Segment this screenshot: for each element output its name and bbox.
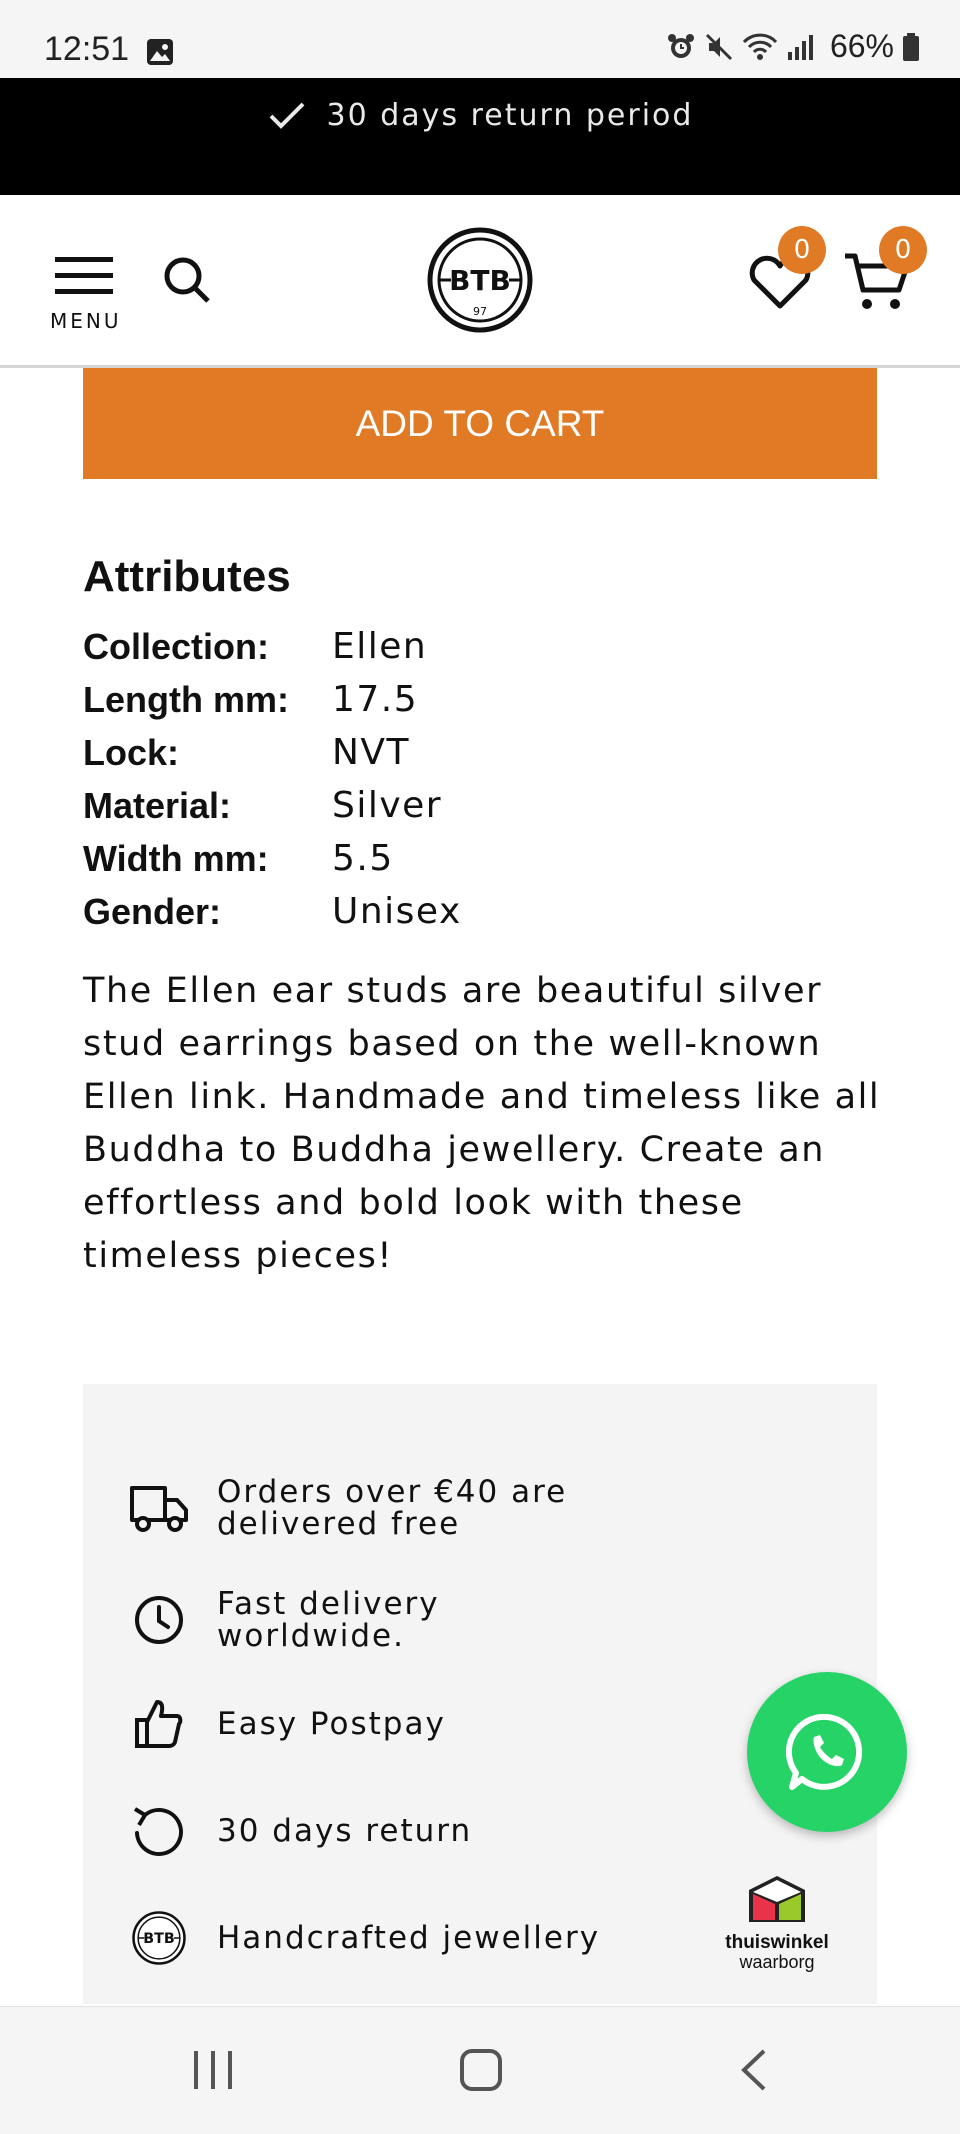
attribute-key: Length mm:	[83, 678, 289, 720]
site-header: MENU BTB 97 0 0	[0, 195, 960, 368]
hamburger-icon	[55, 257, 113, 294]
thuiswinkel-badge[interactable]: thuiswinkel waarborg	[720, 1872, 834, 1973]
status-icons: 66%	[666, 28, 920, 65]
attribute-value: Ellen	[332, 626, 428, 667]
attribute-value: 5.5	[332, 838, 394, 879]
wishlist-button[interactable]: 0	[748, 226, 826, 314]
truck-icon	[129, 1478, 189, 1538]
alarm-icon	[667, 33, 694, 58]
brand-logo[interactable]: BTB 97	[427, 227, 533, 333]
whatsapp-button[interactable]	[747, 1672, 907, 1832]
attribute-row: Material: Silver	[83, 779, 462, 832]
attribute-row: Lock: NVT	[83, 726, 462, 779]
benefit-item: 30 days return	[129, 1801, 637, 1861]
attribute-key: Collection:	[83, 625, 269, 667]
mute-icon	[705, 33, 733, 60]
back-icon	[741, 2049, 766, 2091]
btb-logo-icon: BTB	[129, 1908, 189, 1968]
gallery-notification-icon	[147, 39, 173, 65]
thuiswinkel-logo-icon	[749, 1876, 805, 1922]
status-bar: 12:51 66%	[0, 0, 960, 78]
benefit-text: Easy Postpay	[217, 1706, 446, 1742]
attributes-table: Collection: Ellen Length mm: 17.5 Lock: …	[83, 620, 462, 938]
status-time: 12:51	[44, 30, 130, 68]
benefit-item: BTB Handcrafted jewellery	[129, 1908, 637, 1968]
product-description: The Ellen ear studs are beautiful silver…	[83, 971, 881, 1276]
attribute-key: Gender:	[83, 890, 222, 932]
wifi-icon	[742, 33, 778, 60]
attribute-row: Width mm: 5.5	[83, 832, 462, 885]
attribute-key: Lock:	[83, 731, 180, 773]
checkmark-icon	[269, 102, 304, 129]
thuiswinkel-sub: waarborg	[739, 1952, 815, 1972]
back-button[interactable]	[732, 2047, 778, 2097]
benefit-text: 30 days return	[217, 1813, 473, 1849]
logo-sub: 97	[473, 305, 487, 318]
benefit-logo-text: BTB	[143, 1931, 174, 1947]
recent-apps-button[interactable]	[190, 2047, 236, 2097]
home-icon	[460, 2049, 502, 2091]
benefit-text: Fast delivery worldwide.	[217, 1586, 440, 1654]
benefit-item: Fast delivery worldwide.	[129, 1588, 637, 1652]
whatsapp-icon	[785, 1713, 863, 1790]
signal-icon	[787, 34, 813, 60]
attribute-row: Length mm: 17.5	[83, 673, 462, 726]
attribute-value: Silver	[332, 785, 443, 826]
search-icon	[164, 257, 210, 303]
benefit-item: Easy Postpay	[129, 1694, 637, 1754]
announcement-text: 30 days return period	[326, 98, 694, 133]
attributes-heading: Attributes	[83, 552, 291, 601]
attribute-row: Gender: Unisex	[83, 885, 462, 938]
benefit-text: Orders over €40 are delivered free	[217, 1474, 568, 1542]
attribute-value: 17.5	[332, 679, 419, 720]
wishlist-count-badge: 0	[778, 226, 826, 274]
benefit-item: Orders over €40 are delivered free	[129, 1476, 637, 1540]
clock-icon	[129, 1590, 189, 1650]
attribute-row: Collection: Ellen	[83, 620, 462, 673]
attribute-value: NVT	[332, 732, 411, 773]
recent-apps-icon	[194, 2051, 232, 2089]
attribute-key: Material:	[83, 784, 232, 826]
attribute-key: Width mm:	[83, 837, 269, 879]
attribute-value: Unisex	[332, 891, 462, 932]
home-button[interactable]	[458, 2047, 504, 2097]
menu-button[interactable]: MENU	[50, 255, 122, 333]
thuiswinkel-brand: thuiswinkel	[725, 1932, 829, 1953]
cart-button[interactable]: 0	[843, 226, 927, 314]
return-icon	[129, 1801, 189, 1861]
logo-text: BTB	[449, 264, 511, 297]
search-button[interactable]	[162, 255, 212, 309]
benefit-text: Handcrafted jewellery	[217, 1920, 601, 1956]
menu-label: MENU	[50, 309, 122, 333]
cart-count-badge: 0	[879, 226, 927, 274]
battery-percent: 66%	[829, 28, 894, 64]
announcement-bar: 30 days return period	[0, 78, 960, 195]
add-to-cart-button[interactable]: ADD TO CART	[83, 368, 877, 479]
battery-icon	[903, 32, 919, 61]
thumbs-up-icon	[129, 1694, 189, 1754]
system-nav-bar	[0, 2006, 960, 2134]
